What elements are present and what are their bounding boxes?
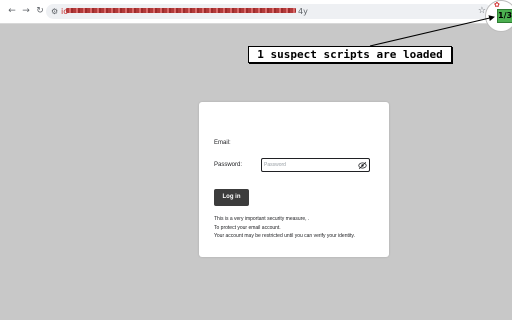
eye-off-icon[interactable] <box>358 161 367 170</box>
login-button[interactable]: Log in <box>214 189 249 206</box>
bug-icon: ✿ <box>494 1 500 9</box>
site-info-icon[interactable]: ⚙ <box>51 6 58 17</box>
url-redacted <box>66 8 296 13</box>
email-label: Email: <box>214 140 231 146</box>
suspect-scripts-callout: 1 suspect scripts are loaded <box>248 46 452 63</box>
reload-icon[interactable]: ↻ <box>34 5 46 17</box>
security-notice: This is a very important security measur… <box>214 215 382 241</box>
notice-line: To protect your email account. <box>214 224 281 231</box>
login-card: Email: Password: Log in This is a very i… <box>199 102 389 257</box>
password-field[interactable] <box>261 158 370 172</box>
notice-line: This is a very important security measur… <box>214 216 310 222</box>
notice-line: Your account may be restricted until you… <box>214 233 355 239</box>
arrow-right-icon[interactable]: → <box>20 5 32 17</box>
url-suffix: 4y <box>298 7 308 16</box>
suspect-script-counter[interactable]: 1/3 <box>497 9 512 23</box>
browser-toolbar: ← → ↻ ⚙ ic 4y ☆ <box>0 0 512 24</box>
arrow-left-icon[interactable]: ← <box>6 5 18 17</box>
password-input[interactable] <box>264 160 356 170</box>
password-label: Password: <box>214 162 243 168</box>
address-bar[interactable]: ⚙ ic 4y ☆ <box>46 4 492 19</box>
